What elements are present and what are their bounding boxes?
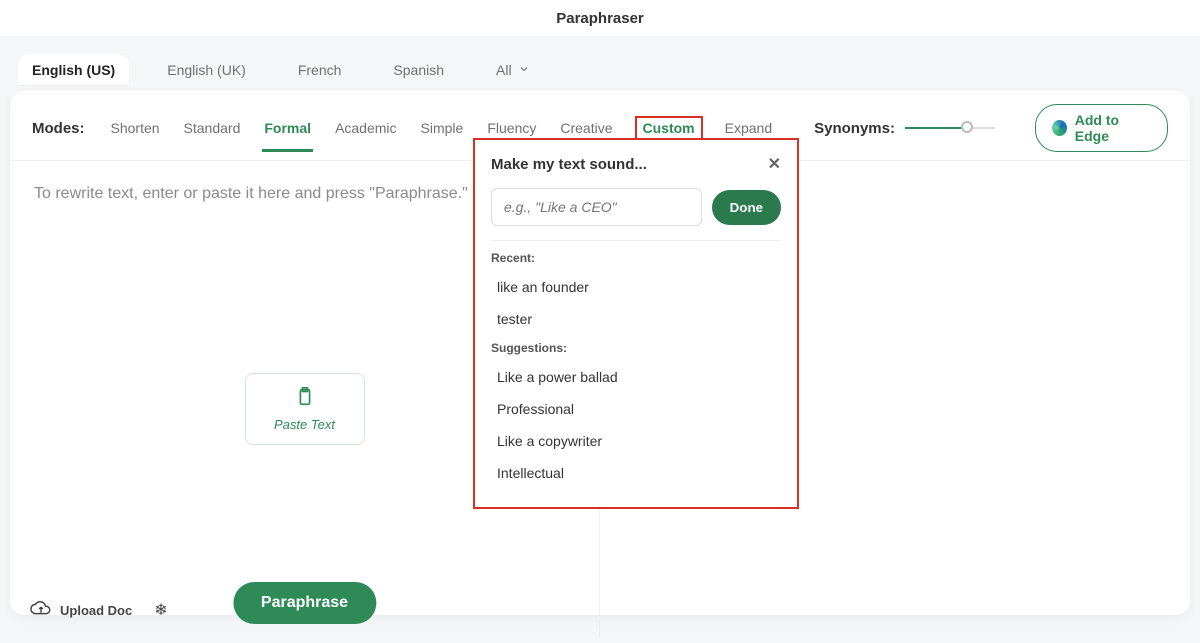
lang-tab-en-us[interactable]: English (US): [18, 54, 129, 86]
paste-text-button[interactable]: Paste Text: [245, 373, 365, 445]
paste-text-label: Paste Text: [274, 417, 335, 432]
mode-academic[interactable]: Academic: [333, 114, 398, 142]
popover-title: Make my text sound...: [491, 156, 647, 173]
lang-tab-spanish[interactable]: Spanish: [379, 54, 458, 86]
main-card: Modes: Shorten Standard Formal Academic …: [10, 90, 1190, 615]
recent-item[interactable]: tester: [491, 303, 781, 335]
suggestion-item[interactable]: Like a power ballad: [491, 361, 781, 393]
divider: [491, 240, 781, 241]
suggestion-item[interactable]: Intellectual: [491, 457, 781, 489]
clipboard-icon: [294, 386, 316, 411]
close-icon[interactable]: ✕: [768, 154, 781, 174]
lang-tab-all[interactable]: All: [482, 54, 544, 86]
synonyms-slider[interactable]: [905, 126, 995, 130]
suggestion-item[interactable]: Like a copywriter: [491, 425, 781, 457]
page-title: Paraphraser: [0, 0, 1200, 36]
add-to-edge-label: Add to Edge: [1075, 112, 1151, 144]
custom-mode-popover: Make my text sound... ✕ Done Recent: lik…: [473, 138, 799, 509]
lang-tab-en-uk[interactable]: English (UK): [153, 54, 260, 86]
language-tabs: English (US) English (UK) French Spanish…: [10, 36, 1190, 90]
mode-custom[interactable]: Custom: [635, 116, 703, 140]
custom-style-input[interactable]: [491, 188, 702, 226]
add-to-edge-button[interactable]: Add to Edge: [1035, 104, 1168, 152]
chevron-down-icon: [518, 62, 530, 78]
mode-simple[interactable]: Simple: [419, 114, 466, 142]
mode-formal[interactable]: Formal: [262, 114, 313, 142]
mode-shorten[interactable]: Shorten: [109, 114, 162, 142]
lang-all-label: All: [496, 62, 512, 78]
cloud-upload-icon: [30, 601, 52, 620]
suggestions-label: Suggestions:: [491, 341, 781, 355]
synonyms-label: Synonyms:: [814, 120, 895, 137]
upload-doc-label: Upload Doc: [60, 603, 132, 618]
recent-label: Recent:: [491, 251, 781, 265]
edge-icon: [1052, 120, 1067, 136]
synonyms-control: Synonyms:: [814, 120, 995, 137]
modes-label: Modes:: [32, 120, 85, 137]
done-button[interactable]: Done: [712, 190, 781, 225]
mode-standard[interactable]: Standard: [182, 114, 243, 142]
suggestion-item[interactable]: Professional: [491, 393, 781, 425]
paraphrase-button[interactable]: Paraphrase: [233, 582, 376, 624]
lang-tab-french[interactable]: French: [284, 54, 356, 86]
snowflake-icon[interactable]: ❄: [154, 600, 167, 620]
upload-doc-button[interactable]: Upload Doc: [30, 601, 132, 620]
recent-item[interactable]: like an founder: [491, 271, 781, 303]
